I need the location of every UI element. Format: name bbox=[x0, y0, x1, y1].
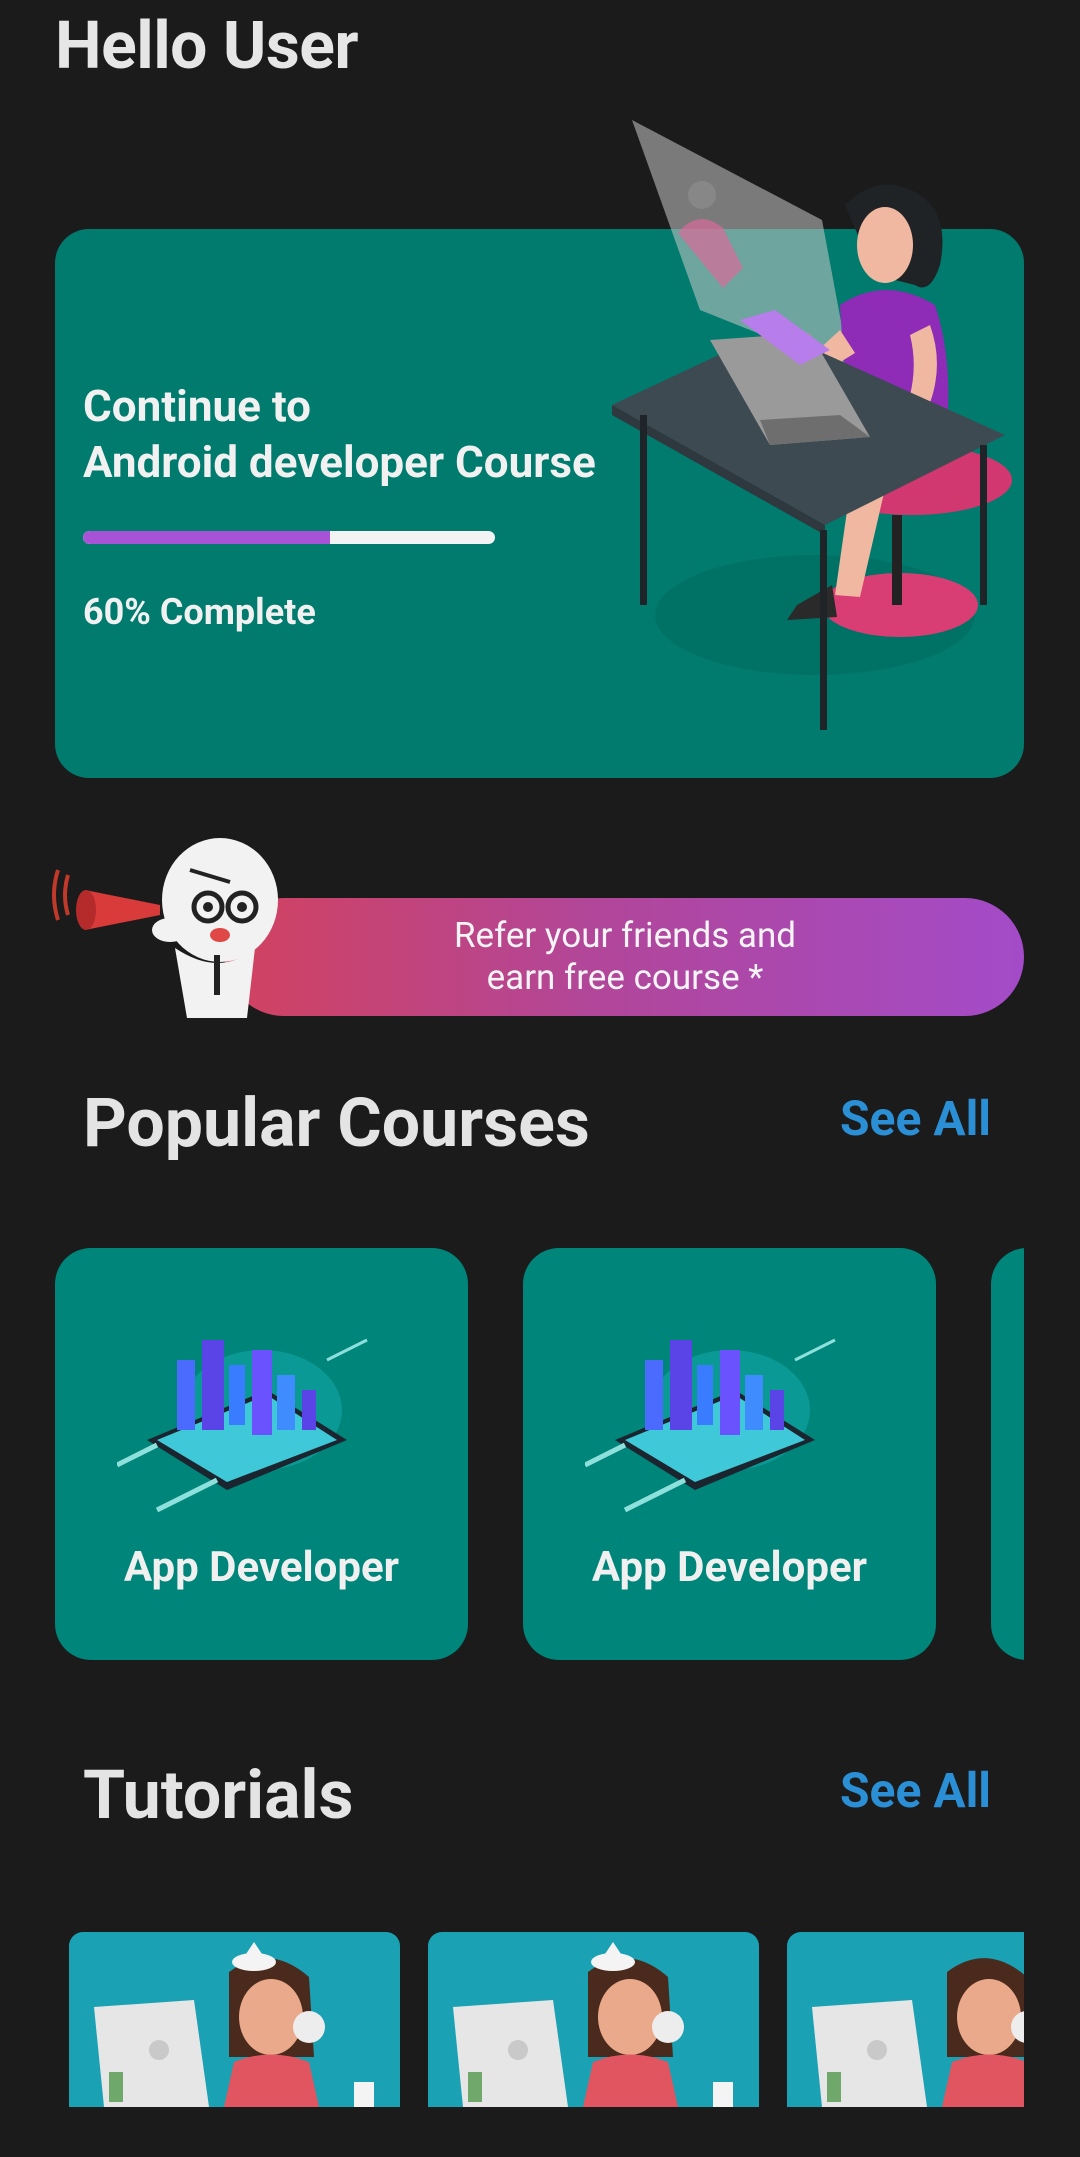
girl-with-computer-illustration bbox=[453, 1942, 733, 2107]
course-card[interactable] bbox=[991, 1248, 1024, 1660]
course-progress-bar bbox=[83, 531, 495, 544]
course-card-label: App Developer bbox=[123, 1543, 400, 1592]
tutorial-card[interactable] bbox=[428, 1932, 759, 2107]
tutorials-see-all-link[interactable]: See All bbox=[840, 1762, 991, 1819]
course-card-label: App Developer bbox=[591, 1543, 868, 1592]
course-progress-label: 60% Complete bbox=[83, 591, 316, 633]
popular-courses-title: Popular Courses bbox=[83, 1083, 590, 1163]
greeting-title: Hello User bbox=[55, 8, 359, 85]
referral-text: Refer your friends and earn free course … bbox=[453, 915, 797, 998]
girl-with-computer-illustration bbox=[812, 1958, 1024, 2107]
girl-with-computer-illustration bbox=[94, 1942, 374, 2107]
megaphone-mascot-icon bbox=[52, 838, 278, 1018]
tutorial-card[interactable] bbox=[787, 1932, 1024, 2107]
tutorials-title: Tutorials bbox=[83, 1755, 354, 1835]
tutorial-card[interactable] bbox=[69, 1932, 400, 2107]
tutorial-card-partial[interactable] bbox=[787, 1932, 1024, 2107]
continue-course-title: Continue to Android developer Course bbox=[83, 380, 596, 488]
isometric-city-phone-icon bbox=[117, 1338, 368, 1513]
woman-at-desk-illustration bbox=[612, 120, 1012, 730]
popular-courses-see-all-link[interactable]: See All bbox=[840, 1090, 991, 1147]
course-card-partial[interactable] bbox=[991, 1248, 1024, 1660]
course-progress-fill bbox=[83, 531, 331, 544]
course-card[interactable]: App Developer bbox=[523, 1248, 936, 1660]
course-card[interactable]: App Developer bbox=[55, 1248, 468, 1660]
isometric-city-phone-icon bbox=[585, 1338, 836, 1513]
